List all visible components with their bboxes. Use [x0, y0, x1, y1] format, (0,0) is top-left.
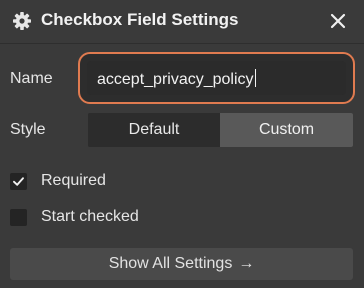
close-icon[interactable]: [326, 9, 350, 33]
name-label: Name: [10, 70, 53, 87]
header-divider: [0, 43, 364, 44]
checkbox-field-settings-panel: Checkbox Field Settings Name accept_priv…: [0, 0, 364, 288]
panel-title: Checkbox Field Settings: [41, 10, 239, 29]
gear-icon: [12, 11, 32, 31]
show-all-settings-button[interactable]: Show All Settings →: [10, 248, 353, 280]
style-option-custom[interactable]: Custom: [220, 113, 353, 147]
start-checked-label: Start checked: [41, 208, 139, 225]
style-segmented-control: Default Custom: [88, 113, 353, 147]
panel-header: Checkbox Field Settings: [0, 0, 364, 42]
start-checked-checkbox[interactable]: [10, 209, 27, 226]
required-label: Required: [41, 172, 106, 189]
name-input-value: accept_privacy_policy: [97, 69, 256, 88]
show-all-settings-label: Show All Settings: [108, 255, 233, 272]
text-caret: [254, 69, 256, 87]
arrow-right-icon: →: [238, 255, 255, 272]
style-option-default[interactable]: Default: [88, 113, 220, 147]
checkmark-icon: [13, 177, 24, 186]
name-input[interactable]: accept_privacy_policy: [78, 52, 355, 104]
style-label: Style: [10, 121, 46, 138]
required-checkbox[interactable]: [10, 173, 27, 190]
